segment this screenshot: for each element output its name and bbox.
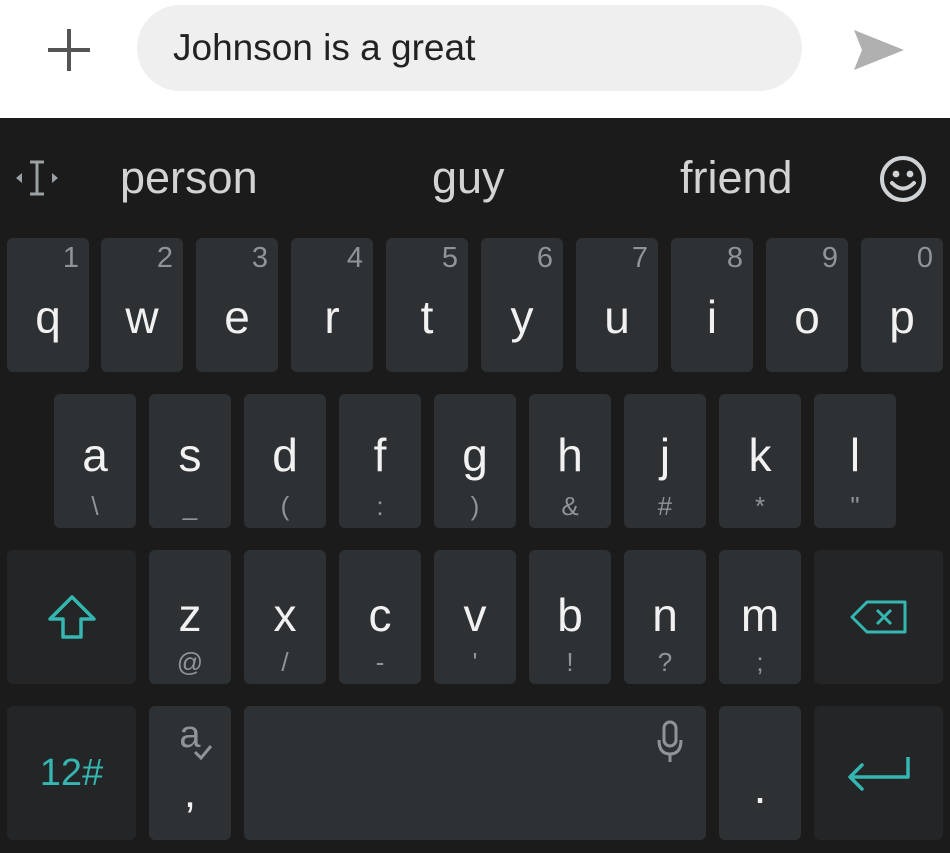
key-y[interactable]: 6 y bbox=[481, 238, 563, 372]
key-j[interactable]: j # bbox=[624, 394, 706, 528]
key-m[interactable]: m ; bbox=[719, 550, 801, 684]
key-s[interactable]: s _ bbox=[149, 394, 231, 528]
message-input[interactable]: Johnson is a great bbox=[137, 5, 802, 91]
key-l[interactable]: l " bbox=[814, 394, 896, 528]
add-attachment-button[interactable] bbox=[34, 20, 104, 80]
key-h[interactable]: h & bbox=[529, 394, 611, 528]
text-cursor-icon bbox=[16, 160, 58, 196]
cursor-control-button[interactable] bbox=[14, 156, 60, 200]
key-d[interactable]: d ( bbox=[244, 394, 326, 528]
checkmark-icon bbox=[193, 745, 213, 760]
key-x[interactable]: x / bbox=[244, 550, 326, 684]
smiley-icon bbox=[880, 156, 926, 202]
backspace-icon bbox=[850, 600, 906, 634]
key-z[interactable]: z @ bbox=[149, 550, 231, 684]
key-v[interactable]: v ' bbox=[434, 550, 516, 684]
key-w[interactable]: 2 w bbox=[101, 238, 183, 372]
plus-icon bbox=[48, 29, 90, 71]
shift-key[interactable] bbox=[7, 550, 136, 684]
emoji-button[interactable] bbox=[876, 152, 930, 206]
space-key[interactable] bbox=[244, 706, 706, 840]
period-key[interactable]: . bbox=[719, 706, 801, 840]
suggestion-friend[interactable]: friend bbox=[680, 145, 793, 211]
enter-key[interactable] bbox=[814, 706, 943, 840]
message-text: Johnson is a great bbox=[173, 27, 476, 68]
key-n[interactable]: n ? bbox=[624, 550, 706, 684]
key-t[interactable]: 5 t bbox=[386, 238, 468, 372]
key-r[interactable]: 4 r bbox=[291, 238, 373, 372]
language-comma-key[interactable]: a , bbox=[149, 706, 231, 840]
key-q[interactable]: 1 q bbox=[7, 238, 89, 372]
send-icon bbox=[854, 30, 904, 70]
key-c[interactable]: c - bbox=[339, 550, 421, 684]
suggestion-person[interactable]: person bbox=[120, 145, 258, 211]
enter-icon bbox=[847, 757, 910, 791]
key-p[interactable]: 0 p bbox=[861, 238, 943, 372]
suggestion-guy[interactable]: guy bbox=[432, 145, 505, 211]
backspace-key[interactable] bbox=[814, 550, 943, 684]
send-button[interactable] bbox=[838, 18, 918, 82]
symbols-key[interactable]: 12# bbox=[7, 706, 136, 840]
key-a[interactable]: a \ bbox=[54, 394, 136, 528]
key-b[interactable]: b ! bbox=[529, 550, 611, 684]
key-k[interactable]: k * bbox=[719, 394, 801, 528]
key-u[interactable]: 7 u bbox=[576, 238, 658, 372]
key-e[interactable]: 3 e bbox=[196, 238, 278, 372]
key-f[interactable]: f : bbox=[339, 394, 421, 528]
key-o[interactable]: 9 o bbox=[766, 238, 848, 372]
shift-arrow-icon bbox=[47, 595, 96, 639]
key-i[interactable]: 8 i bbox=[671, 238, 753, 372]
message-composer: Johnson is a great bbox=[0, 0, 950, 118]
key-g[interactable]: g ) bbox=[434, 394, 516, 528]
microphone-icon bbox=[657, 720, 683, 762]
